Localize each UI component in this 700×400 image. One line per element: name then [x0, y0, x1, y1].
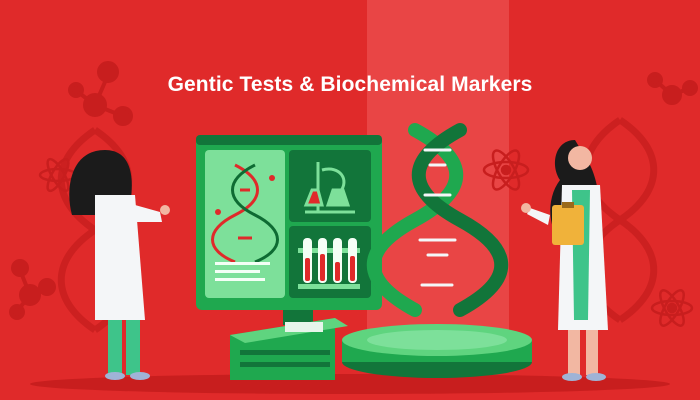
scientist-right — [521, 140, 608, 381]
pedestal — [342, 324, 532, 378]
hero-banner: Gentic Tests & Biochemical Markers — [0, 0, 700, 400]
page-title: Gentic Tests & Biochemical Markers — [167, 73, 533, 96]
monitor-base — [230, 305, 348, 380]
clipboard-icon — [552, 205, 584, 245]
light-beam — [367, 0, 509, 360]
atom-icon — [650, 289, 694, 327]
molecule-icon — [9, 259, 56, 320]
illustration — [9, 0, 698, 394]
scientist-left — [69, 150, 170, 380]
